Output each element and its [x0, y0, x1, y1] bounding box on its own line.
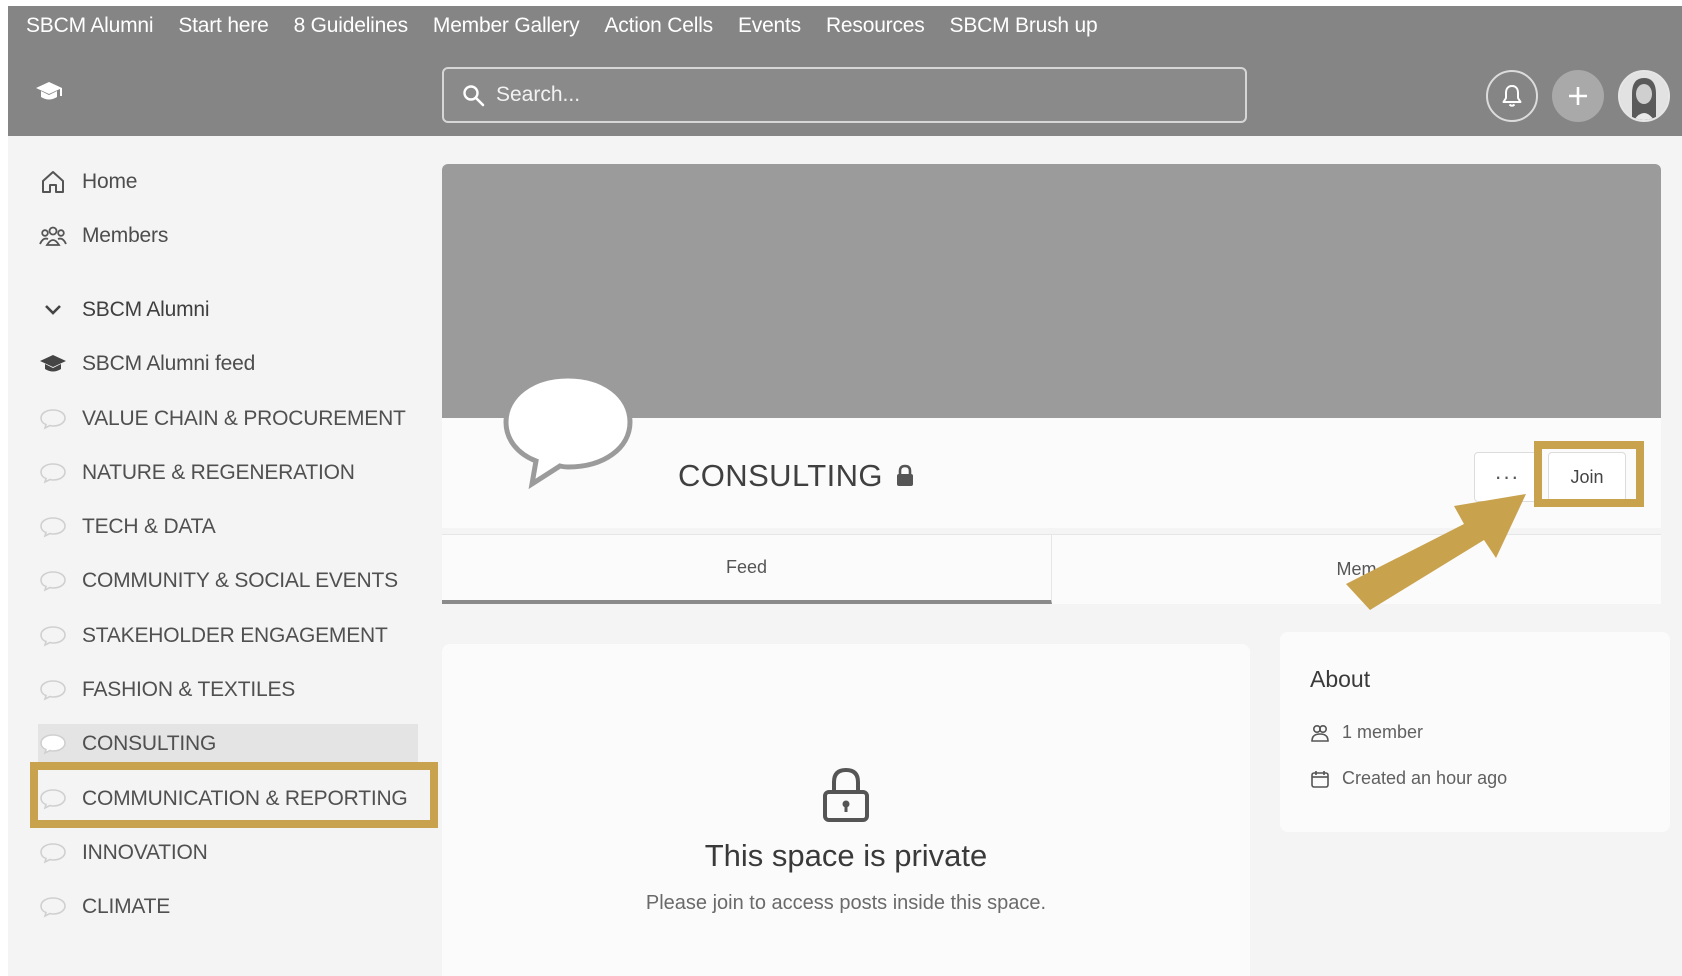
sidebar-item-label: COMMUNICATION & REPORTING [82, 787, 408, 810]
home-icon [38, 168, 68, 196]
members-icon [1311, 724, 1329, 742]
sidebar-item-innovation[interactable]: INNOVATION [38, 833, 418, 873]
graduation-cap-icon [38, 350, 68, 378]
chat-bubble-icon [38, 839, 68, 867]
sidebar-item-label: VALUE CHAIN & PROCUREMENT [82, 407, 406, 430]
about-title: About [1310, 666, 1371, 692]
app-frame: SBCM Alumni Start here 8 Guidelines Memb… [8, 6, 1682, 976]
sidebar: Home Members SBCM Alumni SBCM Alumni fee… [8, 136, 433, 976]
sidebar-item-label: INNOVATION [82, 841, 208, 864]
chat-bubble-icon [38, 459, 68, 487]
sidebar-item-fashion[interactable]: FASHION & TEXTILES [38, 670, 418, 710]
lock-icon [896, 464, 913, 486]
sidebar-item-alumni-feed[interactable]: SBCM Alumni feed [38, 344, 418, 384]
more-options-icon: ··· [1494, 464, 1520, 489]
private-title: This space is private [704, 838, 988, 873]
search-bar[interactable] [442, 67, 1247, 123]
sidebar-item-label: CLIMATE [82, 895, 171, 918]
members-icon [38, 222, 68, 250]
menu-item-guidelines[interactable]: 8 Guidelines [294, 14, 409, 38]
search-icon [463, 85, 485, 107]
sidebar-item-label: COMMUNITY & SOCIAL EVENTS [82, 569, 398, 592]
join-button-label: Join [1570, 466, 1604, 487]
calendar-icon [1311, 770, 1329, 788]
search-input[interactable] [496, 79, 1196, 111]
chat-bubble-icon [38, 730, 68, 758]
lock-icon-large [823, 767, 869, 822]
menu-item-brush-up[interactable]: SBCM Brush up [950, 14, 1098, 38]
sidebar-item-value-chain[interactable]: VALUE CHAIN & PROCUREMENT [38, 399, 418, 439]
plus-icon [1569, 87, 1587, 105]
sidebar-item-label: Members [82, 224, 169, 247]
space-title: CONSULTING [678, 458, 915, 494]
graduation-cap-logo-icon[interactable] [34, 78, 64, 108]
about-created-row: Created an hour ago [1310, 768, 1507, 789]
sidebar-item-label: STAKEHOLDER ENGAGEMENT [82, 624, 388, 647]
menu-item-member-gallery[interactable]: Member Gallery [433, 14, 580, 38]
space-title-text: CONSULTING [678, 458, 883, 493]
menu-item-events[interactable]: Events [738, 14, 801, 38]
sidebar-item-members[interactable]: Members [38, 216, 418, 256]
menu-item-sbcm-alumni[interactable]: SBCM Alumni [26, 14, 154, 38]
create-button[interactable] [1552, 70, 1604, 122]
tab-members-label: Mem [1336, 559, 1377, 579]
sidebar-item-community[interactable]: COMMUNITY & SOCIAL EVENTS [38, 561, 418, 601]
chat-bubble-icon [38, 405, 68, 433]
sidebar-item-stakeholder[interactable]: STAKEHOLDER ENGAGEMENT [38, 616, 418, 656]
about-created-text: Created an hour ago [1342, 768, 1508, 788]
tab-members[interactable]: Mem [1052, 535, 1661, 604]
avatar-image-icon [1620, 72, 1668, 120]
join-button[interactable]: Join [1548, 452, 1626, 502]
bell-icon [1502, 85, 1522, 107]
sidebar-item-tech-data[interactable]: TECH & DATA [38, 507, 418, 547]
tab-feed[interactable]: Feed [442, 535, 1052, 604]
menu-item-resources[interactable]: Resources [826, 14, 925, 38]
about-members-text: 1 member [1342, 722, 1424, 742]
chat-bubble-icon [38, 893, 68, 921]
private-subtitle: Please join to access posts inside this … [645, 892, 1047, 914]
chat-bubble-icon [38, 622, 68, 650]
chat-bubble-icon [38, 676, 68, 704]
space-chat-bubble-icon [503, 373, 633, 490]
sidebar-item-nature[interactable]: NATURE & REGENERATION [38, 453, 418, 493]
sidebar-item-label: TECH & DATA [82, 515, 216, 538]
notifications-button[interactable] [1486, 70, 1538, 122]
about-members-row: 1 member [1310, 722, 1423, 743]
sidebar-item-climate[interactable]: CLIMATE [38, 887, 418, 927]
sidebar-item-label: NATURE & REGENERATION [82, 461, 355, 484]
main-menu: SBCM Alumni Start here 8 Guidelines Memb… [26, 14, 1098, 38]
user-avatar[interactable] [1618, 70, 1670, 122]
sidebar-section-sbcm-alumni[interactable]: SBCM Alumni [38, 290, 418, 330]
chat-bubble-icon [38, 567, 68, 595]
chevron-down-icon [38, 296, 68, 324]
tab-feed-label: Feed [725, 557, 768, 577]
space-tabs: Feed Mem [442, 534, 1661, 604]
sidebar-item-label: FASHION & TEXTILES [82, 678, 296, 701]
sidebar-item-communication[interactable]: COMMUNICATION & REPORTING [38, 779, 418, 819]
more-options-button[interactable]: ··· [1474, 452, 1540, 502]
sidebar-section-label: SBCM Alumni [82, 298, 210, 321]
menu-item-action-cells[interactable]: Action Cells [604, 14, 713, 38]
sidebar-item-label: Home [82, 170, 138, 193]
sidebar-item-consulting[interactable]: CONSULTING [38, 724, 418, 764]
sidebar-item-label: CONSULTING [82, 732, 217, 755]
top-navigation: SBCM Alumni Start here 8 Guidelines Memb… [8, 6, 1682, 136]
chat-bubble-icon [38, 513, 68, 541]
menu-item-start-here[interactable]: Start here [178, 14, 268, 38]
sidebar-item-home[interactable]: Home [38, 162, 418, 202]
chat-bubble-icon [38, 785, 68, 813]
sidebar-item-label: SBCM Alumni feed [82, 352, 256, 375]
